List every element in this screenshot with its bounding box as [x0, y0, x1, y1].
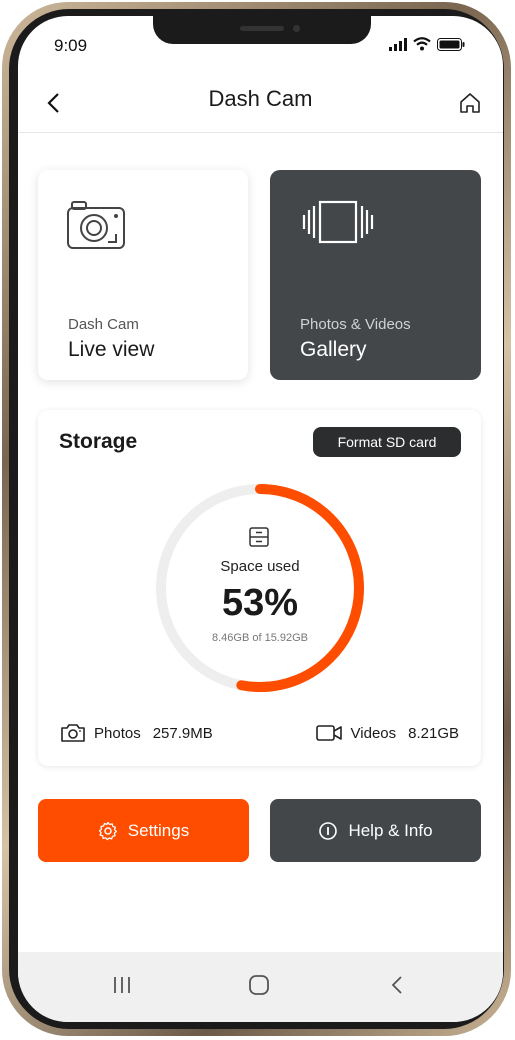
space-used-label: Space used — [220, 558, 300, 575]
system-home-button[interactable] — [239, 970, 279, 1000]
gallery-icon — [302, 200, 374, 244]
videos-value: 8.21GB — [408, 724, 459, 742]
system-back-button[interactable] — [377, 970, 417, 1000]
help-info-label: Help & Info — [348, 820, 433, 840]
gear-icon — [98, 821, 117, 840]
storage-title: Storage — [59, 430, 138, 453]
home-icon — [460, 93, 480, 113]
settings-label: Settings — [127, 820, 190, 840]
system-nav-bar — [18, 952, 503, 1022]
format-sd-button[interactable]: Format SD card — [313, 427, 461, 457]
photos-value: 257.9MB — [152, 724, 213, 742]
notch — [153, 16, 371, 44]
recents-icon — [114, 977, 130, 993]
camera-icon — [67, 201, 125, 249]
photos-label: Photos — [94, 724, 141, 742]
live-view-card[interactable]: Dash Cam Live view — [38, 170, 248, 380]
photo-camera-icon — [61, 724, 85, 742]
sd-card-icon — [249, 527, 269, 547]
space-used-percent: 53% — [221, 582, 299, 624]
app-header: Dash Cam — [18, 76, 503, 133]
storage-card: Storage Format SD card Space used 53% 8.… — [38, 410, 481, 766]
status-time: 9:09 — [54, 36, 88, 55]
signal-icon — [389, 37, 407, 51]
live-view-title: Live view — [68, 338, 155, 361]
front-camera — [293, 25, 300, 32]
page-title: Dash Cam — [208, 86, 313, 111]
status-icons — [389, 36, 465, 52]
wifi-icon — [413, 37, 431, 51]
home-square-icon — [249, 975, 269, 995]
videos-label: Videos — [350, 724, 397, 742]
app-screen: 9:09 Dash Cam Dash Cam Live view Photos … — [18, 16, 503, 1022]
video-camera-icon — [315, 725, 342, 741]
gallery-title: Gallery — [300, 338, 367, 361]
gallery-subtitle: Photos & Videos — [300, 316, 411, 333]
videos-stat: Videos 8.21GB — [315, 723, 459, 743]
space-used-detail: 8.46GB of 15.92GB — [211, 632, 308, 644]
info-icon — [319, 821, 338, 840]
battery-icon — [437, 37, 465, 51]
chevron-left-icon — [391, 976, 402, 994]
settings-button[interactable]: Settings — [38, 799, 249, 862]
help-info-button[interactable]: Help & Info — [270, 799, 481, 862]
home-button[interactable] — [455, 88, 485, 118]
speaker — [240, 26, 284, 31]
storage-gauge: Space used 53% 8.46GB of 15.92GB — [152, 480, 368, 696]
live-view-subtitle: Dash Cam — [68, 316, 139, 333]
photos-stat: Photos 257.9MB — [60, 723, 213, 743]
recent-apps-button[interactable] — [102, 970, 142, 1000]
gallery-card[interactable]: Photos & Videos Gallery — [270, 170, 481, 380]
